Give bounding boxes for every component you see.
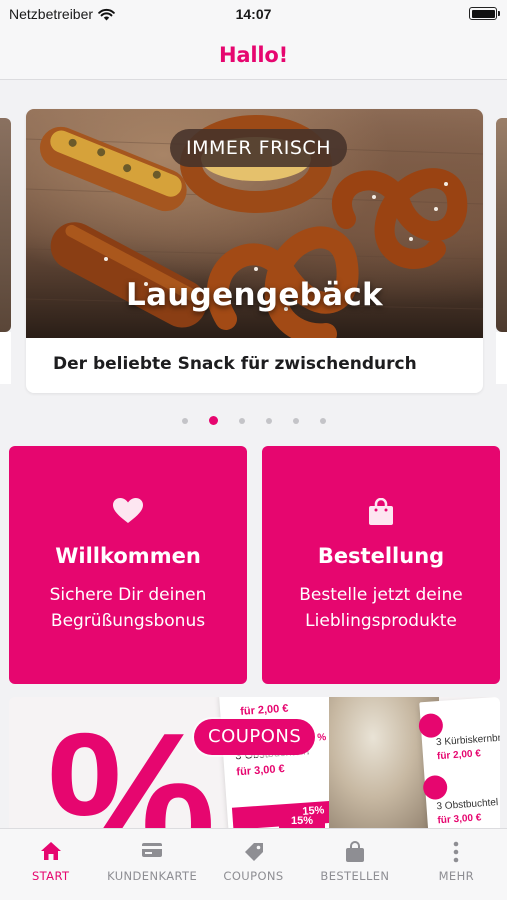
tab-bestellen[interactable]: BESTELLEN — [304, 829, 405, 900]
tab-coupons[interactable]: COUPONS — [203, 829, 304, 900]
hero-badge: IMMER FRISCH — [170, 129, 347, 167]
pager-dot[interactable] — [265, 417, 272, 424]
tab-start[interactable]: START — [0, 829, 101, 900]
carousel-card[interactable]: IMMER FRISCH Laugengebäck Der beliebte S… — [26, 109, 483, 393]
carousel-next-card-footer — [496, 332, 507, 384]
coupon-badge: COUPONS — [194, 719, 316, 755]
tab-label: MEHR — [438, 869, 475, 883]
welcome-tile-line1: Sichere Dir deinen — [49, 585, 207, 605]
percent-graphic: % — [47, 697, 216, 832]
welcome-tile-title: Willkommen — [55, 544, 201, 568]
battery-icon — [469, 7, 500, 20]
order-tile-line1: Bestelle jetzt deine — [299, 585, 463, 605]
order-tile-title: Bestellung — [317, 544, 445, 568]
coupon-product: 3 Kürbiskernbr — [435, 732, 500, 749]
carousel-prev-card[interactable] — [0, 118, 11, 332]
coupon-price: für 3,00 € — [236, 762, 286, 779]
coupon-banner[interactable]: % für 2,00 € 3 Obstbuchteln für 3,00 € %… — [9, 697, 500, 832]
welcome-tile[interactable]: Willkommen Sichere Dir deinen Begrüßungs… — [9, 446, 247, 684]
coupon-price: für 2,00 € — [436, 748, 482, 763]
nav-header: Hallo! — [0, 30, 507, 80]
status-time: 14:07 — [235, 6, 272, 22]
page-title: Hallo! — [219, 42, 288, 67]
tab-kundenkarte[interactable]: KUNDENKARTE — [101, 829, 202, 900]
carousel-next-card[interactable] — [496, 118, 507, 332]
coupon-sheet: 3 Kürbiskernbr für 2,00 € 3 Obstbuchtel … — [418, 697, 500, 832]
pager-dot[interactable] — [292, 417, 299, 424]
carousel-pager — [0, 416, 507, 425]
welcome-tile-line2: Begrüßungsbonus — [50, 611, 206, 631]
coupon-price: für 2,00 € — [239, 702, 289, 718]
tab-label: START — [31, 869, 70, 883]
hero-title: Laugengebäck — [126, 277, 383, 313]
welcome-tile-text: Sichere Dir deinen Begrüßungsbonus — [9, 582, 247, 634]
tab-bar: START KUNDENKARTE COUPONS BESTELLEN MEHR — [0, 828, 507, 900]
hero-caption: Der beliebte Snack für zwischendurch — [53, 354, 417, 374]
tab-label: COUPONS — [223, 869, 284, 883]
pager-dot[interactable] — [238, 417, 245, 424]
pager-dot[interactable] — [181, 417, 188, 424]
pretzel-photo: IMMER FRISCH Laugengebäck — [26, 109, 483, 338]
home-icon — [0, 841, 101, 863]
coupon-product: 3 Obstbuchtel — [436, 797, 499, 813]
coupon-discount: 15% — [291, 815, 314, 827]
coupon-discount: % — [316, 732, 327, 744]
more-icon — [406, 841, 507, 863]
tab-label: BESTELLEN — [320, 869, 390, 883]
pager-dot-active[interactable] — [208, 416, 218, 425]
shopping-bag-icon — [304, 841, 405, 863]
order-tile[interactable]: Bestellung Bestelle jetzt deine Liebling… — [262, 446, 500, 684]
shopping-bag-icon — [262, 498, 500, 526]
card-icon — [101, 841, 202, 863]
order-tile-line2: Lieblingsprodukte — [305, 611, 457, 631]
tab-label: KUNDENKARTE — [107, 869, 198, 883]
status-bar: Netzbetreiber 14:07 — [0, 0, 507, 30]
tag-icon — [203, 841, 304, 863]
pager-dot[interactable] — [319, 417, 326, 424]
coupon-price: für 3,00 € — [437, 812, 482, 827]
order-tile-text: Bestelle jetzt deine Lieblingsprodukte — [262, 582, 500, 634]
heart-icon — [9, 498, 247, 524]
carousel-prev-card-footer — [0, 332, 11, 384]
tab-mehr[interactable]: MEHR — [406, 829, 507, 900]
